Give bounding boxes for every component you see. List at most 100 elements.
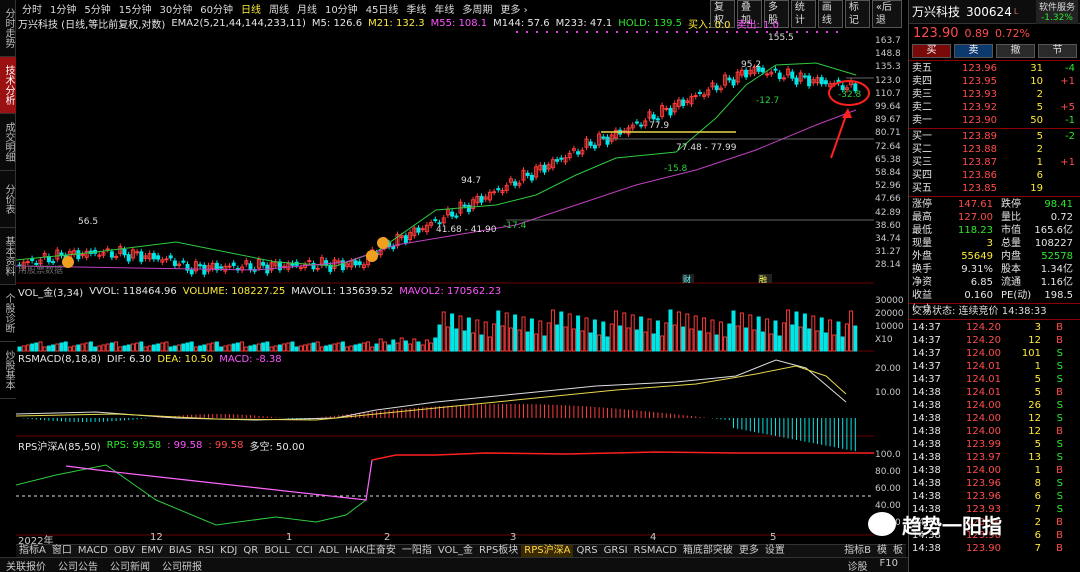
tick-price: 123.90 — [966, 543, 1001, 554]
period-tab[interactable]: 分时 — [18, 1, 46, 16]
tick-time: 14:38 — [912, 465, 941, 476]
trade-button[interactable]: 节 — [1038, 44, 1077, 58]
status-link[interactable]: 公司公告 — [52, 558, 104, 572]
rps-name: RPS沪深A(85,50) — [18, 441, 101, 453]
period-tab[interactable]: 10分钟 — [321, 1, 362, 16]
dea-value: DEA: 10.50 — [157, 353, 214, 365]
macd-bar — [140, 418, 142, 419]
tick-side: S — [1056, 348, 1063, 359]
macd-bar — [203, 414, 205, 418]
indicator-tab-b[interactable]: 模 — [874, 545, 890, 557]
period-tab[interactable]: 日线 — [237, 1, 265, 16]
left-tab[interactable]: 分价表 — [0, 171, 16, 228]
indicator-tab[interactable]: BOLL — [261, 545, 293, 557]
indicator-tab[interactable]: RPS板块 — [476, 545, 521, 557]
time-m12: 12 — [150, 532, 163, 543]
left-tab[interactable]: 基本资料 — [0, 228, 16, 285]
indicator-tab[interactable]: EMV — [138, 545, 166, 557]
indicator-tab[interactable]: QRS — [573, 545, 600, 557]
stat-label: 最高 — [912, 212, 932, 223]
period-tab[interactable]: 更多 › — [496, 1, 531, 16]
tick-time: 14:38 — [912, 426, 941, 437]
indicator-tab[interactable]: 箱底部突破 — [680, 545, 736, 557]
indicator-tab[interactable]: CCI — [293, 545, 316, 557]
left-tab[interactable]: 炒股基本 — [0, 342, 16, 399]
period-tab[interactable]: 5分钟 — [80, 1, 114, 16]
status-link[interactable]: 公司研报 — [156, 558, 208, 572]
volume-bar — [273, 345, 278, 352]
indicator-tab[interactable]: ADL — [316, 545, 342, 557]
toolbar-button[interactable]: «后退 — [871, 0, 902, 28]
candle — [181, 260, 186, 263]
indicator-tab[interactable]: RPS沪深A — [521, 545, 574, 557]
period-tab[interactable]: 多周期 — [458, 1, 496, 16]
indicator-tab[interactable]: BIAS — [166, 545, 195, 557]
toolbar-button[interactable]: 画线 — [817, 0, 843, 28]
candle — [164, 258, 169, 261]
period-tab[interactable]: 60分钟 — [196, 1, 237, 16]
toolbar-button[interactable]: 标记 — [844, 0, 870, 28]
volume-bar — [496, 310, 501, 352]
macd-bar — [535, 404, 537, 418]
candle — [555, 159, 560, 162]
period-tab[interactable]: 月线 — [293, 1, 321, 16]
volume-bar — [609, 323, 614, 352]
period-tab[interactable]: 30分钟 — [155, 1, 196, 16]
indicator-tab[interactable]: 设置 — [762, 545, 788, 557]
indicator-tab-b[interactable]: 指标B — [841, 545, 874, 557]
indicator-tab[interactable]: 一阳指 — [399, 545, 435, 557]
macd-bar — [464, 404, 466, 418]
indicator-tab[interactable]: MACD — [75, 545, 111, 557]
indicator-tab[interactable]: RSMACD — [631, 545, 680, 557]
left-tab[interactable]: 个股诊断 — [0, 285, 16, 342]
volume-bar — [639, 316, 644, 352]
status-link[interactable]: 关联报价 — [0, 558, 52, 572]
period-tab[interactable]: 季线 — [402, 1, 430, 16]
candle — [227, 265, 232, 268]
indicator-tab[interactable]: RSI — [195, 545, 217, 557]
indicator-tab[interactable]: VOL_金 — [435, 545, 476, 557]
macd-bar — [392, 409, 394, 418]
indicator-tab[interactable]: GRSI — [601, 545, 631, 557]
indicator-tab-b[interactable]: 板 — [890, 545, 906, 557]
indicator-tab[interactable]: HAK庄奋安 — [342, 545, 399, 557]
period-tab[interactable]: 周线 — [265, 1, 293, 16]
status-link[interactable]: 公司新闻 — [104, 558, 156, 572]
macd-bar — [812, 418, 814, 444]
sector-badge[interactable]: 软件服务 -1.32% — [1035, 0, 1078, 24]
volume-bar — [584, 317, 589, 352]
macd-bar — [35, 418, 37, 420]
trade-button[interactable]: 撤 — [996, 44, 1035, 58]
period-tab[interactable]: 1分钟 — [46, 1, 80, 16]
indicator-tab[interactable]: QR — [240, 545, 261, 557]
volume-bar — [567, 313, 572, 352]
axis-tick: 47.66 — [875, 194, 901, 205]
volume-bar — [67, 346, 72, 352]
period-tab[interactable]: 45日线 — [362, 1, 403, 16]
period-tab[interactable]: 15分钟 — [115, 1, 156, 16]
time-axis: 2022年 12 1 2 3 4 5 — [18, 532, 874, 547]
rps-red-line — [371, 451, 874, 461]
volume-bar — [332, 343, 337, 352]
volume-bar — [693, 315, 698, 352]
period-tab[interactable]: 年线 — [430, 1, 458, 16]
indicator-tab[interactable]: OBV — [111, 545, 138, 557]
candle — [168, 255, 173, 259]
left-tab[interactable]: 成交明细 — [0, 114, 16, 171]
indicator-tab[interactable]: 窗口 — [49, 545, 75, 557]
left-tab[interactable]: 技术分析 — [0, 57, 16, 114]
status-link[interactable]: 诊股 — [842, 558, 874, 572]
indicator-tab[interactable]: 更多 — [736, 545, 762, 557]
status-link[interactable]: F10 — [874, 558, 904, 572]
trade-button[interactable]: 卖 — [954, 44, 993, 58]
stat-row: 最高 127.00 量比 0.72 — [909, 211, 1080, 224]
toolbar-button[interactable]: 统计 — [790, 0, 816, 28]
volume-bar — [781, 322, 786, 352]
indicator-tab[interactable]: KDJ — [217, 545, 240, 557]
left-tab[interactable]: 分时走势 — [0, 0, 16, 57]
candle — [576, 151, 581, 155]
trade-button[interactable]: 买 — [912, 44, 951, 58]
volume-bar — [349, 345, 354, 352]
volume-bar — [798, 326, 803, 352]
indicator-tab[interactable]: 指标A — [16, 545, 49, 557]
